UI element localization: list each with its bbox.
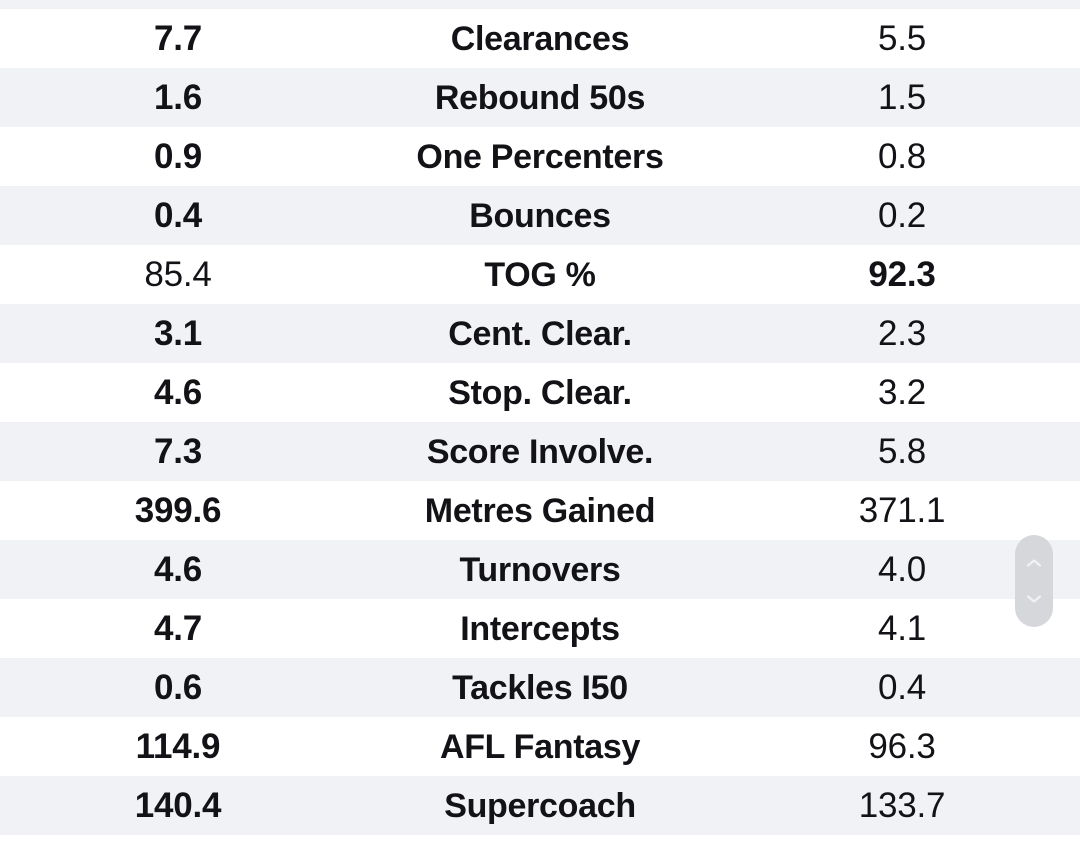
stat-label: Tackles I50	[452, 668, 628, 707]
table-row: 140.4 Supercoach 133.7	[0, 776, 1080, 835]
table-row: 0.9 One Percenters 0.8	[0, 127, 1080, 186]
player-b-value: 1.5	[877, 78, 927, 117]
table-row: 85.4 TOG % 92.3	[0, 245, 1080, 304]
player-a-value: 140.4	[134, 786, 222, 825]
stat-label: One Percenters	[416, 137, 664, 176]
chevron-up-icon[interactable]	[1024, 557, 1044, 569]
stats-comparison-table: 7.7 Clearances 5.5 1.6 Rebound 50s 1.5 0.9 One …	[0, 0, 1080, 855]
player-a-value: 4.7	[153, 609, 203, 648]
player-b-value: 371.1	[858, 491, 946, 530]
player-b-value: 133.7	[858, 786, 946, 825]
player-a-value: 85.4	[144, 255, 212, 294]
player-b-value: 2.3	[877, 314, 927, 353]
player-a-value: 7.7	[153, 19, 203, 58]
player-a-value: 3.1	[153, 314, 203, 353]
stat-label: AFL Fantasy	[439, 727, 641, 766]
stat-label: Intercepts	[460, 609, 620, 648]
player-a-value: 4.6	[153, 373, 203, 412]
player-a-value: 399.6	[134, 491, 222, 530]
player-b-value: 0.4	[877, 668, 927, 707]
stat-label: Cent. Clear.	[448, 314, 632, 353]
table-row: 114.9 AFL Fantasy 96.3	[0, 717, 1080, 776]
stat-label: Stop. Clear.	[448, 373, 632, 412]
player-b-value: 3.2	[877, 373, 927, 412]
table-row: 4.6 Turnovers 4.0	[0, 540, 1080, 599]
stat-label: Rebound 50s	[434, 78, 646, 117]
stat-label: TOG %	[484, 255, 596, 294]
stats-row-list: 7.7 Clearances 5.5 1.6 Rebound 50s 1.5 0.9 One …	[0, 9, 1080, 835]
stat-label: Score Involve.	[426, 432, 654, 471]
table-row: 1.6 Rebound 50s 1.5	[0, 68, 1080, 127]
table-row: 7.7 Clearances 5.5	[0, 9, 1080, 68]
table-row: 4.6 Stop. Clear. 3.2	[0, 363, 1080, 422]
previous-row-sliver	[0, 0, 1080, 9]
stat-label: Bounces	[469, 196, 611, 235]
table-row: 0.4 Bounces 0.2	[0, 186, 1080, 245]
player-a-value: 0.4	[153, 196, 203, 235]
stat-label: Clearances	[450, 19, 630, 58]
player-b-value: 5.5	[877, 19, 927, 58]
table-row: 399.6 Metres Gained 371.1	[0, 481, 1080, 540]
scroll-indicator[interactable]	[1015, 535, 1053, 627]
player-a-value: 4.6	[153, 550, 203, 589]
player-a-value: 7.3	[153, 432, 203, 471]
chevron-down-icon[interactable]	[1024, 593, 1044, 605]
player-b-value: 92.3	[868, 255, 936, 294]
table-row: 7.3 Score Involve. 5.8	[0, 422, 1080, 481]
player-b-value: 0.8	[877, 137, 927, 176]
table-row: 3.1 Cent. Clear. 2.3	[0, 304, 1080, 363]
table-row: 4.7 Intercepts 4.1	[0, 599, 1080, 658]
player-a-value: 1.6	[153, 78, 203, 117]
player-a-value: 0.6	[153, 668, 203, 707]
player-b-value: 96.3	[868, 727, 936, 766]
table-row: 0.6 Tackles I50 0.4	[0, 658, 1080, 717]
player-b-value: 0.2	[877, 196, 927, 235]
stat-label: Metres Gained	[424, 491, 656, 530]
player-a-value: 0.9	[153, 137, 203, 176]
player-b-value: 5.8	[877, 432, 927, 471]
player-a-value: 114.9	[135, 727, 221, 766]
stat-label: Turnovers	[459, 550, 621, 589]
stat-label: Supercoach	[444, 786, 636, 825]
